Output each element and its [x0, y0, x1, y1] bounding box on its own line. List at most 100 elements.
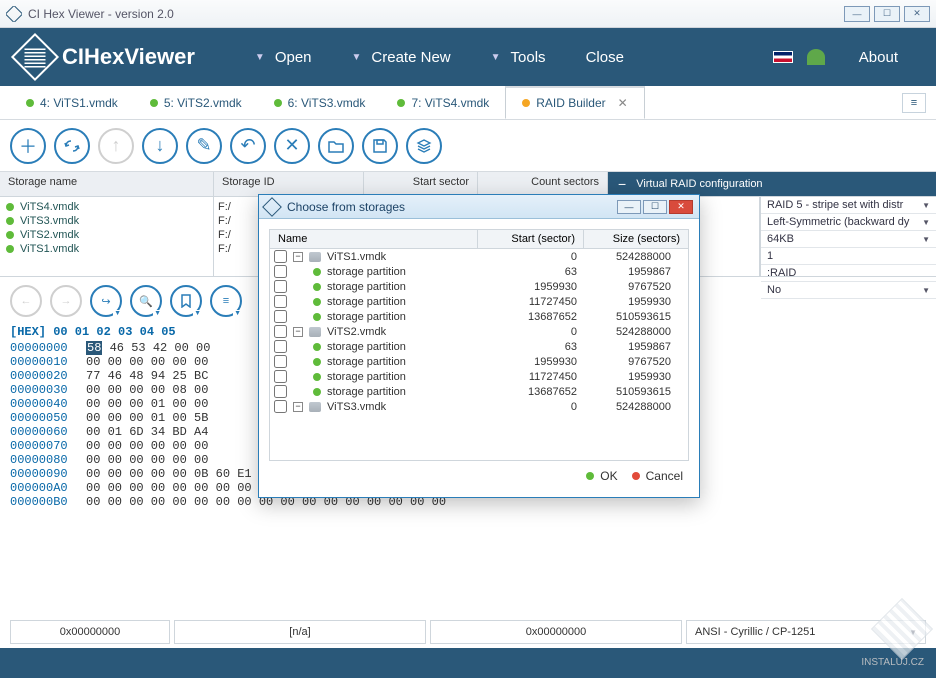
col-count-sectors[interactable]: Count sectors	[478, 172, 608, 196]
row-checkbox[interactable]	[274, 265, 287, 278]
caret-icon: ▼	[491, 52, 501, 63]
chevron-down-icon: ▼	[922, 286, 930, 295]
language-flag-icon[interactable]	[773, 51, 793, 63]
cancel-button[interactable]: Cancel	[632, 469, 683, 483]
status-dot-icon	[586, 472, 594, 480]
tab-vits3[interactable]: 6: ViTS3.vmdk	[258, 88, 382, 118]
dialog-row[interactable]: storage partition13687652510593615	[270, 384, 688, 399]
menu-close[interactable]: Close	[566, 43, 644, 72]
expand-icon[interactable]: −	[293, 402, 303, 412]
status-dot-icon	[522, 99, 530, 107]
row-checkbox[interactable]	[274, 385, 287, 398]
close-button[interactable]: ✕	[904, 6, 930, 22]
dialog-col-size[interactable]: Size (sectors)	[584, 230, 688, 248]
dialog-titlebar[interactable]: Choose from storages — ☐ ✕	[259, 195, 699, 219]
dialog-maximize-button[interactable]: ☐	[643, 200, 667, 214]
back-button: ←	[10, 285, 42, 317]
storage-item[interactable]: ViTS3.vmdk	[6, 214, 207, 228]
dialog-row[interactable]: storage partition631959867	[270, 339, 688, 354]
dialog-title-label: Choose from storages	[287, 200, 405, 214]
menu-create-new[interactable]: ▼Create New	[332, 43, 471, 72]
dialog-close-button[interactable]: ✕	[669, 200, 693, 214]
expand-icon[interactable]: −	[293, 252, 303, 262]
dialog-storage-list: −ViTS1.vmdk0524288000storage partition63…	[269, 249, 689, 461]
bookmark-button[interactable]	[170, 285, 202, 317]
raid-field[interactable]: 1	[761, 248, 936, 265]
minimize-button[interactable]: —	[844, 6, 870, 22]
chevron-down-icon: ▼	[922, 218, 930, 227]
edit-button[interactable]: ✎	[186, 128, 222, 164]
dialog-minimize-button[interactable]: —	[617, 200, 641, 214]
status-dot-icon	[313, 268, 321, 276]
row-checkbox[interactable]	[274, 250, 287, 263]
status-dot-icon	[26, 99, 34, 107]
status-dot-icon	[397, 99, 405, 107]
goto-button[interactable]: ↪	[90, 285, 122, 317]
dialog-col-name[interactable]: Name	[270, 230, 478, 248]
layers-button[interactable]	[406, 128, 442, 164]
raid-stripe-select[interactable]: 64KB▼	[761, 231, 936, 248]
close-icon[interactable]: ✕	[618, 96, 628, 110]
raid-field[interactable]: :RAID	[761, 265, 936, 282]
list-button[interactable]: ≡	[210, 285, 242, 317]
storage-item[interactable]: ViTS1.vmdk	[6, 242, 207, 256]
dialog-row[interactable]: storage partition13687652510593615	[270, 309, 688, 324]
dialog-col-start[interactable]: Start (sector)	[478, 230, 584, 248]
menu-open[interactable]: ▼Open	[235, 43, 332, 72]
status-dot-icon	[632, 472, 640, 480]
dialog-row[interactable]: −ViTS1.vmdk0524288000	[270, 249, 688, 264]
raid-type-select[interactable]: RAID 5 - stripe set with distr▼	[761, 197, 936, 214]
tab-overflow-button[interactable]: ≡	[902, 93, 926, 113]
maximize-button[interactable]: ☐	[874, 6, 900, 22]
add-button[interactable]: ＋	[10, 128, 46, 164]
down-button[interactable]: ↓	[142, 128, 178, 164]
col-storage-name[interactable]: Storage name	[0, 172, 214, 196]
menu-tools[interactable]: ▼Tools	[471, 43, 566, 72]
remove-button[interactable]: ✕	[274, 128, 310, 164]
row-checkbox[interactable]	[274, 325, 287, 338]
tab-raid-builder[interactable]: RAID Builder✕	[505, 86, 644, 119]
col-start-sector[interactable]: Start sector	[364, 172, 478, 196]
dialog-row[interactable]: storage partition117274501959930	[270, 369, 688, 384]
row-checkbox[interactable]	[274, 295, 287, 308]
brand-icon	[11, 33, 59, 81]
storage-item[interactable]: ViTS2.vmdk	[6, 228, 207, 242]
undo-button[interactable]: ↶	[230, 128, 266, 164]
raid-layout-select[interactable]: Left-Symmetric (backward dy▼	[761, 214, 936, 231]
dialog-row[interactable]: storage partition117274501959930	[270, 294, 688, 309]
choose-storages-dialog: Choose from storages — ☐ ✕ Name Start (s…	[258, 194, 700, 498]
col-storage-id[interactable]: Storage ID	[214, 172, 364, 196]
status-dot-icon	[313, 388, 321, 396]
status-dot-icon	[6, 245, 14, 253]
tab-vits4[interactable]: 7: ViTS4.vmdk	[381, 88, 505, 118]
open-file-button[interactable]	[318, 128, 354, 164]
dialog-row[interactable]: storage partition631959867	[270, 264, 688, 279]
storage-list: ViTS4.vmdk ViTS3.vmdk ViTS2.vmdk ViTS1.v…	[0, 197, 214, 276]
save-button[interactable]	[362, 128, 398, 164]
dialog-row[interactable]: storage partition19599309767520	[270, 279, 688, 294]
brand: CIHexViewer	[18, 40, 195, 74]
search-button[interactable]: 🔍	[130, 285, 162, 317]
ok-button[interactable]: OK	[586, 469, 617, 483]
footer-bar	[0, 648, 936, 678]
row-checkbox[interactable]	[274, 280, 287, 293]
chevron-down-icon: ▼	[922, 235, 930, 244]
dialog-row[interactable]: −ViTS2.vmdk0524288000	[270, 324, 688, 339]
menu-about[interactable]: About	[839, 43, 918, 72]
tab-vits1[interactable]: 4: ViTS1.vmdk	[10, 88, 134, 118]
user-icon[interactable]	[807, 49, 825, 65]
row-checkbox[interactable]	[274, 400, 287, 413]
auto-detect-button[interactable]	[54, 128, 90, 164]
row-checkbox[interactable]	[274, 355, 287, 368]
raid-field-select[interactable]: No▼	[761, 282, 936, 299]
dialog-row[interactable]: storage partition19599309767520	[270, 354, 688, 369]
status-addr1: 0x00000000	[10, 620, 170, 644]
row-checkbox[interactable]	[274, 370, 287, 383]
storage-item[interactable]: ViTS4.vmdk	[6, 200, 207, 214]
tab-vits2[interactable]: 5: ViTS2.vmdk	[134, 88, 258, 118]
up-button: ↑	[98, 128, 134, 164]
row-checkbox[interactable]	[274, 310, 287, 323]
expand-icon[interactable]: −	[293, 327, 303, 337]
dialog-row[interactable]: −ViTS3.vmdk0524288000	[270, 399, 688, 414]
row-checkbox[interactable]	[274, 340, 287, 353]
